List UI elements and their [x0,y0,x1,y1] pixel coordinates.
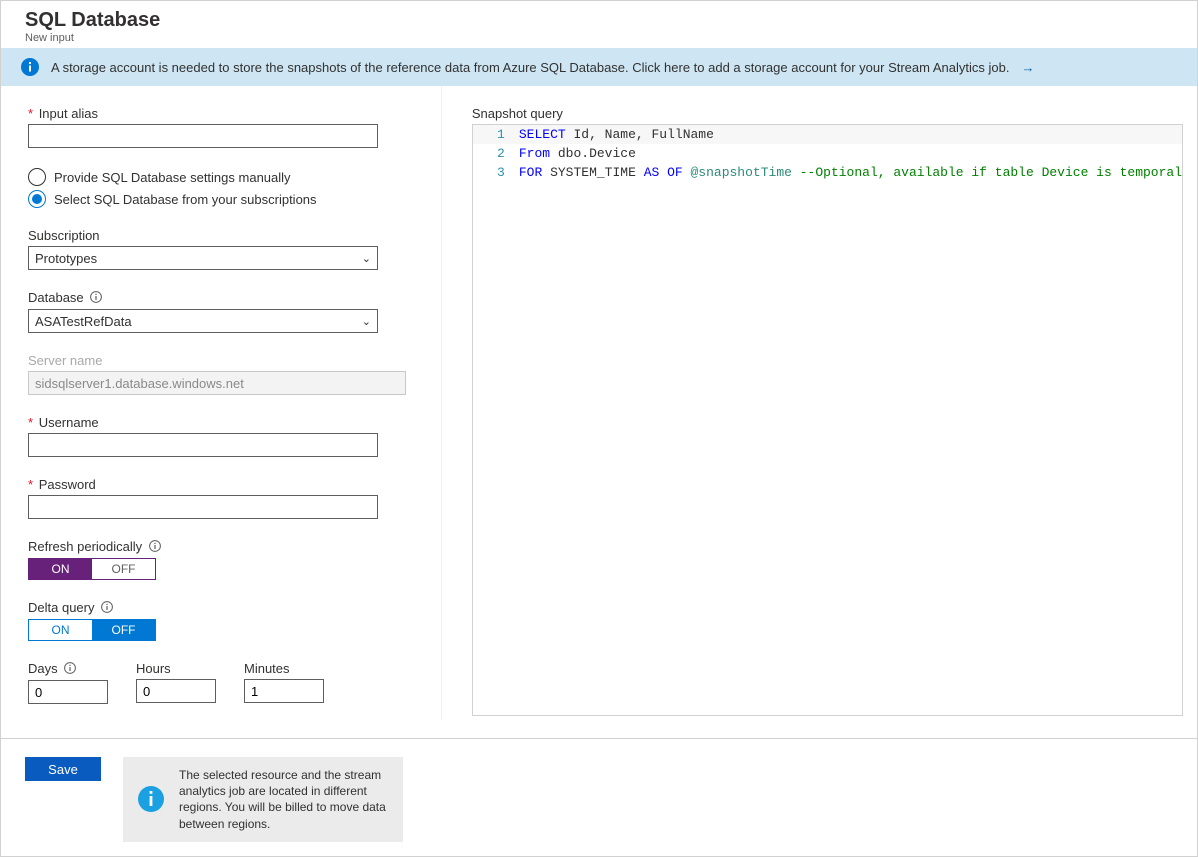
server-name-label: Server name [28,353,421,368]
required-marker: * [28,106,33,121]
required-marker: * [28,415,33,430]
required-marker: * [28,477,33,492]
info-icon [101,601,113,616]
radio-unchecked-icon [28,168,46,186]
page-header: SQL Database New input [1,1,1197,48]
chevron-down-icon: ⌄ [362,315,371,328]
line-number: 1 [473,127,519,142]
radio-manual-label: Provide SQL Database settings manually [54,170,291,185]
info-icon [90,291,102,306]
password-label: * Password [28,477,421,492]
radio-from-subscriptions[interactable]: Select SQL Database from your subscripti… [28,190,421,208]
server-name-field [28,371,406,395]
code-line-1[interactable]: 1 SELECT Id, Name, FullName [473,125,1182,144]
page-title: SQL Database [25,9,1173,32]
save-button[interactable]: Save [25,757,101,781]
chevron-down-icon: ⌄ [362,252,371,265]
refresh-toggle[interactable]: ON OFF [28,558,156,580]
days-label: Days [28,661,108,677]
info-icon [64,662,76,677]
line-number: 2 [473,146,519,161]
radio-manual-settings[interactable]: Provide SQL Database settings manually [28,168,421,186]
info-icon [21,58,39,76]
hours-label: Hours [136,661,216,676]
line-number: 3 [473,165,519,180]
region-warning-note: The selected resource and the stream ana… [123,757,403,842]
input-alias-label: * Input alias [28,106,421,121]
subscription-value: Prototypes [35,251,97,266]
page-subtitle: New input [25,32,1173,44]
password-field[interactable] [28,495,378,519]
arrow-right-icon: → [1021,60,1034,75]
delta-on-button[interactable]: ON [29,620,92,640]
hours-field[interactable] [136,679,216,703]
delta-toggle[interactable]: ON OFF [28,619,156,641]
refresh-on-button[interactable]: ON [29,559,92,579]
delta-label: Delta query [28,600,421,616]
username-label: * Username [28,415,421,430]
snapshot-query-editor[interactable]: 1 SELECT Id, Name, FullName 2 From dbo.D… [472,124,1183,716]
minutes-label: Minutes [244,661,324,676]
subscription-label: Subscription [28,228,421,243]
storage-account-banner[interactable]: A storage account is needed to store the… [1,48,1197,86]
code-line-2[interactable]: 2 From dbo.Device [473,144,1182,163]
database-label: Database [28,290,421,306]
username-field[interactable] [28,433,378,457]
code-line-3[interactable]: 3 FOR SYSTEM_TIME AS OF @snapshotTime --… [473,163,1182,182]
radio-subs-label: Select SQL Database from your subscripti… [54,192,317,207]
footer: Save The selected resource and the strea… [1,738,1197,856]
banner-text: A storage account is needed to store the… [51,60,1009,75]
database-value: ASATestRefData [35,314,132,329]
snapshot-query-label: Snapshot query [472,106,1183,121]
info-icon [149,540,161,555]
info-icon [123,757,179,842]
minutes-field[interactable] [244,679,324,703]
form-panel: * Input alias Provide SQL Database setti… [1,86,442,720]
input-alias-field[interactable] [28,124,378,148]
refresh-off-button[interactable]: OFF [92,559,155,579]
delta-off-button[interactable]: OFF [92,620,155,640]
refresh-label: Refresh periodically [28,539,421,555]
subscription-select[interactable]: Prototypes ⌄ [28,246,378,270]
database-select[interactable]: ASATestRefData ⌄ [28,309,378,333]
snapshot-panel: Snapshot query 1 SELECT Id, Name, FullNa… [442,86,1197,720]
region-warning-text: The selected resource and the stream ana… [179,757,403,842]
days-field[interactable] [28,680,108,704]
radio-checked-icon [28,190,46,208]
